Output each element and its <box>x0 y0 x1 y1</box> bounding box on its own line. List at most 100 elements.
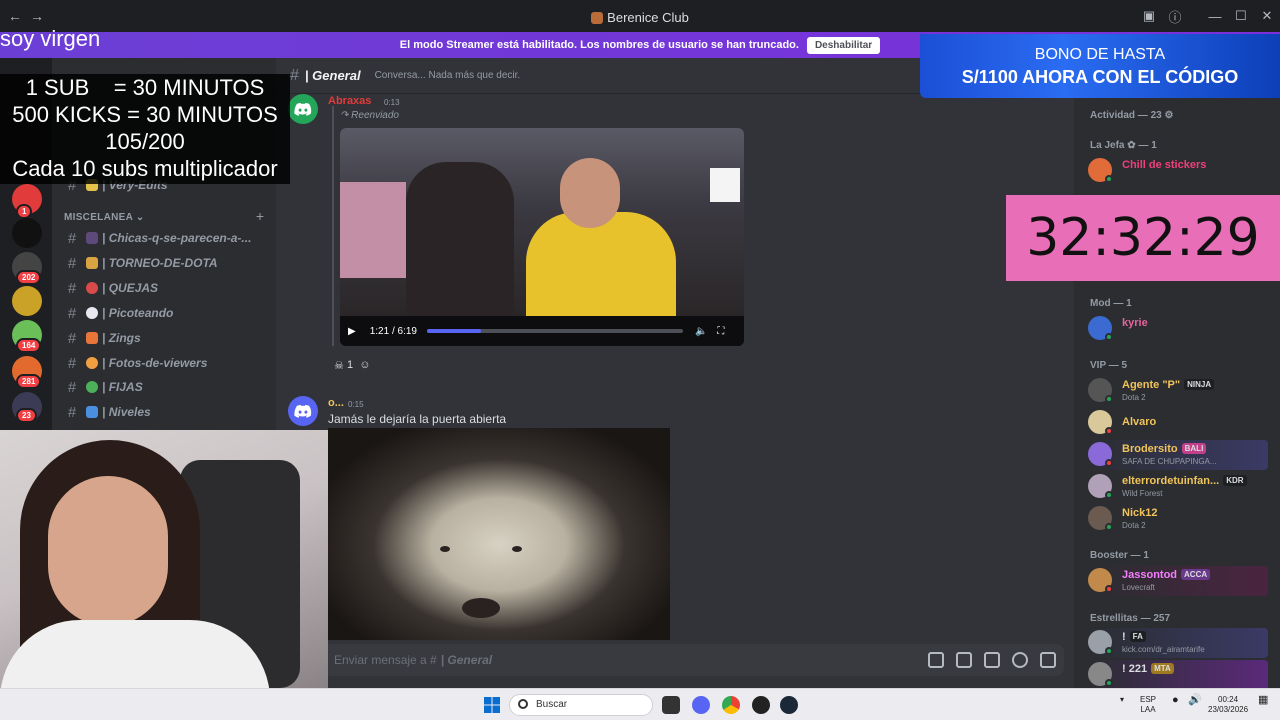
hash-icon: # <box>67 329 77 347</box>
play-icon[interactable]: ▶ <box>348 326 356 337</box>
channel-torneo-de-dota[interactable]: # | TORNEO-DE-DOTA <box>62 252 266 274</box>
guild-tag: ACCA <box>1181 569 1211 580</box>
task-view-icon[interactable] <box>662 696 680 714</box>
language-indicator[interactable]: ESP LAA <box>1140 695 1156 715</box>
channel-quejas[interactable]: # | QUEJAS <box>62 277 266 299</box>
channel-niveles[interactable]: # | Niveles <box>62 401 266 423</box>
streamer-banner-text: El modo Streamer está habilitado. Los no… <box>399 39 799 51</box>
hash-icon: # <box>67 254 77 272</box>
message-author[interactable]: o... <box>328 397 344 409</box>
disable-streamer-button[interactable]: Deshabilitar <box>806 36 881 54</box>
group-estrellitas: Estrellitas — 257 <box>1090 613 1171 624</box>
server-badge: 202 <box>16 270 42 285</box>
member-item[interactable]: ! 221 MTA <box>1088 660 1268 690</box>
hash-icon: # <box>67 279 77 297</box>
emoji-icon[interactable] <box>1012 652 1028 668</box>
member-item[interactable]: ! FA kick.com/dr_airamtarife <box>1088 628 1268 658</box>
member-item[interactable]: Chill de stickers <box>1088 156 1268 186</box>
chrome-app-icon[interactable] <box>722 696 740 714</box>
discord-server-icon[interactable] <box>12 218 42 248</box>
input-icons <box>928 652 1056 668</box>
discord-app-icon[interactable] <box>692 696 710 714</box>
minimize-icon[interactable]: — <box>1202 9 1228 24</box>
guild-tag: FA <box>1129 631 1146 642</box>
hash-icon: # <box>290 66 299 84</box>
status-dot <box>1105 427 1113 435</box>
message-author[interactable]: Abraxas <box>328 95 371 107</box>
sticker-icon[interactable] <box>984 652 1000 668</box>
channel-zings[interactable]: # | Zings <box>62 327 266 349</box>
volume-tray-icon[interactable]: 🔊 <box>1188 695 1202 706</box>
channel-picoteando[interactable]: # | Picoteando <box>62 302 266 324</box>
member-item[interactable]: Agente "P" NINJA Dota 2 <box>1088 376 1268 406</box>
reaction-skull[interactable]: ☠ 1 ☺ <box>328 354 376 376</box>
gif-icon[interactable] <box>956 652 972 668</box>
fullscreen-icon[interactable]: ⛶ <box>717 326 724 337</box>
member-item[interactable]: Jassontod ACCA Lovecraft <box>1088 566 1268 596</box>
countdown-timer: 32:32:29 <box>1006 195 1280 281</box>
person-right <box>526 212 676 316</box>
window-controls: ▣ ⓘ — ☐ ✕ <box>1136 0 1280 32</box>
guild-tag: MTA <box>1151 663 1174 674</box>
member-item[interactable]: kyrie <box>1088 314 1268 344</box>
hash-icon: # <box>67 304 77 322</box>
group-la-jefa: La Jefa ✿ — 1 <box>1090 140 1157 151</box>
wifi-icon[interactable]: ● <box>1172 695 1179 706</box>
video-player[interactable]: ▶ 1:21 / 6:19 🔈 ⛶ <box>340 128 744 346</box>
add-channel-icon[interactable]: + <box>256 208 264 224</box>
status-dot <box>1105 585 1113 593</box>
channel-chicas[interactable]: # | Chicas-q-se-parecen-a-... <box>62 227 266 249</box>
member-item[interactable]: Nick12 Dota 2 <box>1088 504 1268 534</box>
person-right-face <box>560 158 620 228</box>
clock[interactable]: 00:24 23/03/2026 <box>1208 695 1248 715</box>
dog-eye <box>512 546 522 552</box>
channel-emoji-icon <box>86 257 98 269</box>
category-miscelanea[interactable]: MISCELANEA ⌄ <box>64 212 145 223</box>
add-reaction-icon[interactable]: ☺ <box>359 359 370 371</box>
member-item[interactable]: Brodersito BALI SAFA DE CHUPAPINGA... <box>1088 440 1268 470</box>
promo-banner: BONO DE HASTA S/1100 AHORA CON EL CÓDIGO <box>920 34 1280 98</box>
message-input-bar: Enviar mensaje a # | General <box>276 644 1074 680</box>
video-time: 1:21 / 6:19 <box>369 325 417 337</box>
activity-header[interactable]: Actividad — 23 ⚙ <box>1090 110 1173 121</box>
avatar[interactable] <box>288 396 318 426</box>
qr-code <box>710 168 740 202</box>
guild-tag: BALI <box>1181 443 1207 454</box>
channel-fijas[interactable]: # | FIJAS <box>62 376 266 398</box>
volume-icon[interactable]: 🔈 <box>695 326 707 337</box>
gift-icon[interactable] <box>928 652 944 668</box>
apps-icon[interactable] <box>1040 652 1056 668</box>
channel-topic[interactable]: Conversa... Nada más que decir. <box>375 70 521 81</box>
help-icon[interactable]: ⓘ <box>1162 7 1188 26</box>
steam-app-icon[interactable] <box>780 696 798 714</box>
windows-start-icon[interactable] <box>484 697 500 713</box>
title-bar: ←→ Berenice Club ▣ ⓘ — ☐ ✕ <box>0 0 1280 32</box>
notification-icon[interactable]: ▦ <box>1258 695 1268 706</box>
inbox-icon[interactable]: ▣ <box>1136 8 1162 24</box>
message-time: 0:13 <box>384 98 400 107</box>
channel-fotos-de-viewers[interactable]: # | Fotos-de-viewers <box>62 352 266 374</box>
window-title: Berenice Club <box>0 10 1280 25</box>
channel-emoji-icon <box>86 307 98 319</box>
avatar[interactable] <box>288 94 318 124</box>
member-item[interactable]: elterrordetuinfan... KDR Wild Forest <box>1088 472 1268 502</box>
status-dot <box>1105 175 1113 183</box>
dog-nose <box>462 598 500 618</box>
maximize-icon[interactable]: ☐ <box>1228 8 1254 24</box>
guild-tag: KDR <box>1223 475 1247 486</box>
close-icon[interactable]: ✕ <box>1254 8 1280 24</box>
server-icon[interactable] <box>12 286 42 316</box>
obs-app-icon[interactable] <box>752 696 770 714</box>
network-icon[interactable]: ▾ <box>1120 695 1124 705</box>
taskbar-search[interactable]: Buscar <box>509 694 653 716</box>
search-icon <box>518 699 528 709</box>
discord-logo-icon <box>294 103 312 116</box>
chat-area: # | General Conversa... Nada más que dec… <box>276 58 1074 688</box>
video-progress-bar[interactable] <box>426 329 683 333</box>
streamer-face <box>48 476 168 626</box>
screen: ←→ Berenice Club ▣ ⓘ — ☐ ✕ El modo Strea… <box>0 0 1280 720</box>
forwarded-label: ↷ Reenviado <box>340 110 399 121</box>
dog-image[interactable] <box>328 428 670 640</box>
member-list: Actividad — 23 ⚙ La Jefa ✿ — 1 Chill de … <box>1074 58 1280 690</box>
member-item[interactable]: Alvaro <box>1088 408 1268 438</box>
